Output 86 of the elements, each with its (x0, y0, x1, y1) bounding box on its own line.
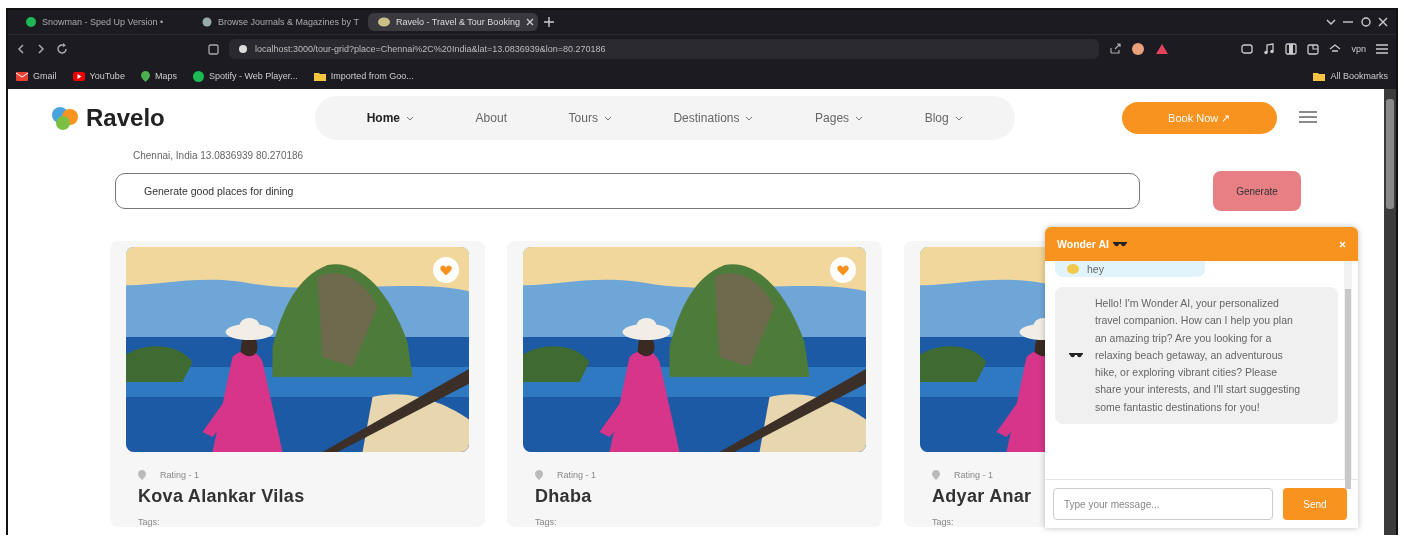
maximize-icon[interactable] (1360, 17, 1372, 27)
chevron-down-icon (954, 115, 963, 121)
folder-icon (1313, 71, 1326, 81)
close-icon (1339, 240, 1346, 248)
rating-text: Rating - 1 (557, 470, 597, 480)
folder-icon (313, 71, 326, 81)
extension-icon[interactable] (1131, 43, 1145, 55)
scrollbar-thumb[interactable] (1386, 99, 1394, 209)
scrollbar-thumb[interactable] (1345, 289, 1351, 489)
plus-icon[interactable] (544, 17, 554, 27)
share-icon[interactable] (1109, 43, 1121, 55)
sidebar-icon[interactable] (208, 43, 219, 55)
tour-card[interactable]: Rating - 1 Kova Alankar Vilas Tags: (110, 241, 485, 527)
music-note-icon[interactable] (1263, 43, 1276, 55)
tour-name: Dhaba (535, 486, 593, 507)
nav-link[interactable]: Home (364, 109, 417, 127)
tags-label: Tags: (932, 517, 955, 527)
menu-icon[interactable] (1298, 111, 1317, 123)
logo-icon (378, 17, 390, 27)
close-icon[interactable] (1378, 17, 1388, 27)
close-icon[interactable] (525, 18, 534, 26)
download-icon[interactable] (1329, 43, 1342, 55)
heart-icon (440, 264, 452, 276)
vpn-badge[interactable]: vpn (1351, 44, 1366, 54)
reload-icon[interactable] (56, 43, 68, 55)
nav-link[interactable]: Tours (566, 109, 614, 127)
nav-link[interactable]: About (473, 109, 509, 127)
bookmark[interactable]: All Bookmarks (1313, 71, 1388, 81)
map-pin-icon (140, 70, 150, 82)
globe-icon (202, 17, 212, 27)
avatar-icon (1067, 264, 1079, 274)
tab-title: Snowman - Sped Up Version • (42, 17, 164, 27)
music-icon (26, 17, 36, 27)
prompt-field[interactable]: Generate good places for dining (115, 173, 1140, 209)
location-text: Chennai, India 13.0836939 80.270186 (133, 150, 305, 161)
sunglasses-icon (1069, 352, 1083, 360)
bookmark[interactable]: Imported from Goo... (313, 71, 414, 81)
logo-text[interactable]: Ravelo (86, 104, 165, 132)
snapshot-icon[interactable] (1241, 43, 1254, 55)
address-bar[interactable]: localhost:3000/tour-grid?place=Chennai%2C%20India&lat=13.0836939&lon=80.270186 (229, 39, 1099, 59)
back-icon[interactable] (16, 44, 26, 54)
mail-icon (16, 71, 28, 81)
browser-tab[interactable]: Browse Journals & Magazines by T (192, 13, 362, 31)
warning-icon[interactable] (1155, 43, 1169, 55)
message-text: hey (1087, 263, 1104, 275)
map-pin-icon (535, 470, 543, 480)
nav-link[interactable]: Blog (922, 109, 965, 127)
bookmark[interactable]: Spotify - Web Player... (192, 70, 298, 82)
tags-label: Tags: (535, 517, 558, 527)
message-field[interactable]: Type your message... (1053, 488, 1273, 520)
tags-label: Tags: (138, 517, 161, 527)
chevron-down-icon (745, 115, 754, 121)
message-text: Hello! I'm Wonder AI, your personalized travel companion. How can I help you plan an amazing trip? Are you looking for a relaxing beach getaway, an adventurous hike, or exploring vibrant cities? Please share your interests, and I'll start suggesting some fantastic destinations for you! (1095, 296, 1302, 415)
rating-text: Rating - 1 (160, 470, 200, 480)
music-icon (192, 70, 204, 82)
generate-button[interactable]: Generate (1213, 171, 1301, 211)
tab-title: Ravelo - Travel & Tour Booking (396, 17, 520, 27)
panel-icon[interactable] (1285, 43, 1298, 55)
nav-link[interactable]: Pages (813, 109, 866, 127)
heart-icon (837, 264, 849, 276)
info-icon (239, 45, 247, 53)
play-icon (72, 71, 85, 81)
rating-text: Rating - 1 (954, 470, 994, 480)
nav-link[interactable]: Destinations (671, 109, 756, 127)
chevron-down-icon (406, 115, 415, 121)
tour-name: Kova Alankar Vilas (138, 486, 306, 507)
chevron-down-icon (603, 115, 612, 121)
map-pin-icon (932, 470, 940, 480)
tour-name: Adyar Anar (932, 486, 1033, 507)
logo-icon (50, 105, 80, 131)
tabs-icon[interactable] (1307, 43, 1320, 55)
bookmark[interactable]: Maps (140, 70, 177, 82)
chat-title: Wonder AI (1057, 238, 1109, 250)
tour-card[interactable]: Rating - 1 Adyar Anar Tags: (904, 241, 1045, 527)
bookmark[interactable]: Gmail (16, 71, 57, 81)
minimize-icon[interactable] (1342, 18, 1354, 26)
chevron-down-icon[interactable] (1326, 18, 1336, 26)
browser-tab[interactable]: Ravelo - Travel & Tour Booking (368, 13, 538, 31)
sunglasses-icon (1112, 240, 1127, 248)
chevron-down-icon (855, 115, 864, 121)
bookmark[interactable]: YouTube (72, 71, 125, 81)
map-pin-icon (138, 470, 146, 480)
tab-title: Browse Journals & Magazines by T (218, 17, 359, 27)
forward-icon[interactable] (36, 44, 46, 54)
tour-card[interactable]: Rating - 1 Dhaba Tags: (507, 241, 882, 527)
browser-tab[interactable]: Snowman - Sped Up Version • (16, 13, 186, 31)
